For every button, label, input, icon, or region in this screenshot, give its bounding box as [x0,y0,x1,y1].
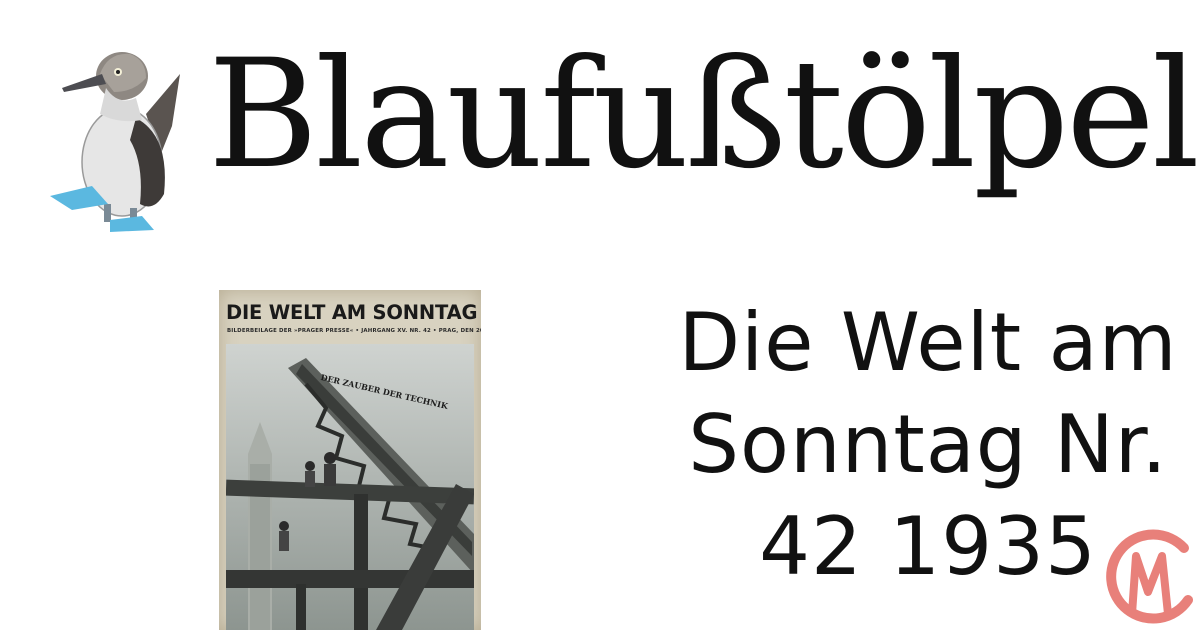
cm-monogram-icon [1096,526,1200,630]
cover-masthead: DIE WELT AM SONNTAG [226,301,478,324]
magazine-cover-image[interactable]: DIE WELT AM SONNTAG BILDERBEILAGE DER »P… [219,290,481,630]
cover-subline: BILDERBEILAGE DER »PRAGER PRESSE« • JAHR… [227,328,481,334]
blue-footed-booby-icon [48,44,188,236]
site-title[interactable]: Blaufußtölpel [208,30,1200,200]
cover-photo: DER ZAUBER DER TECHNIK [226,344,474,630]
